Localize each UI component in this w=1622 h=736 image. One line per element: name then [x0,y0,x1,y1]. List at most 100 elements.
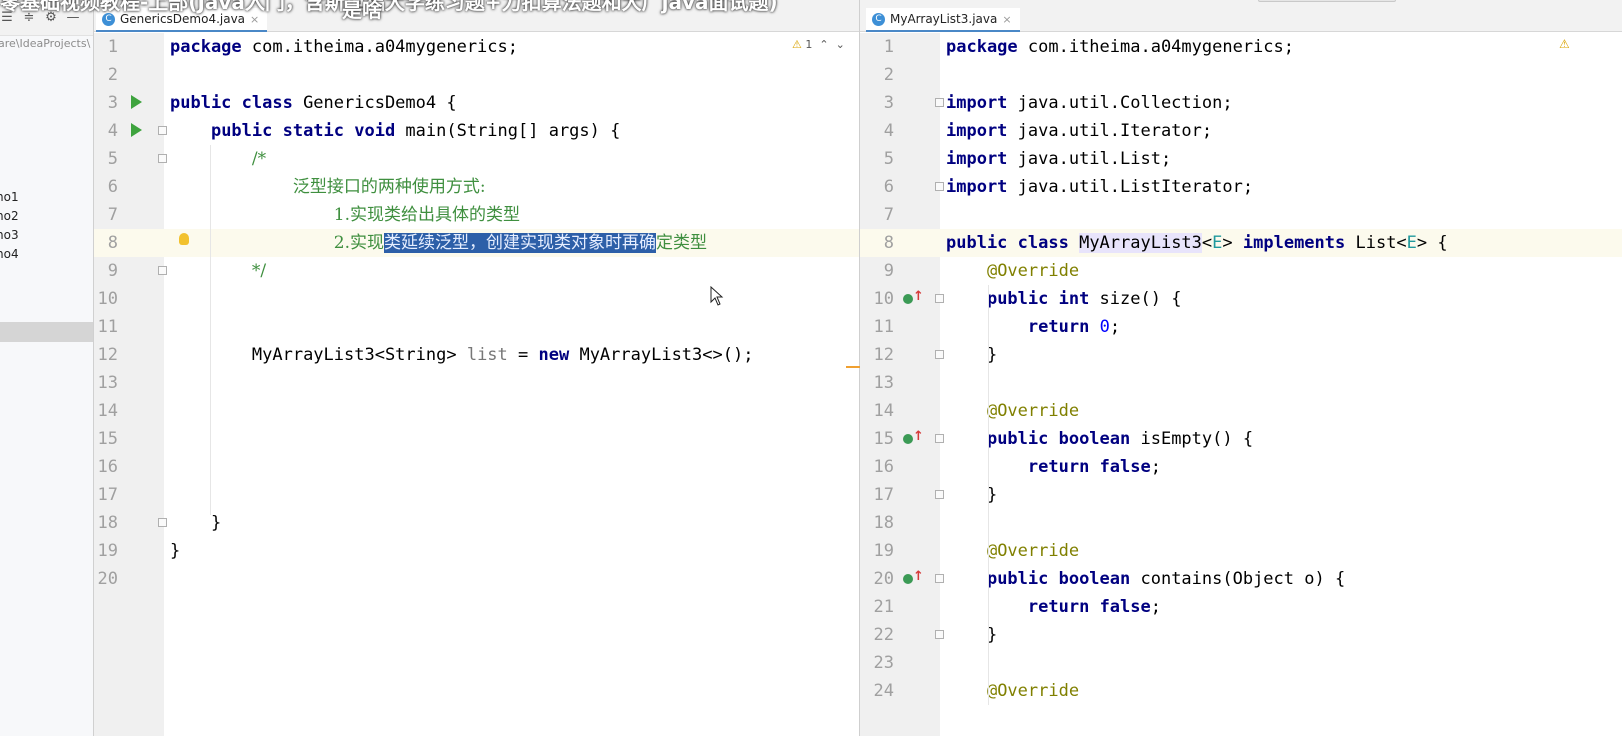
warning-icon[interactable]: ⚠ [1559,37,1570,51]
expand-icon[interactable]: ≑ [22,10,36,25]
indent-guide [988,285,989,705]
code-line: 13 [873,373,894,393]
class-icon: C [872,12,885,26]
code-line: 20 [97,569,118,589]
code-line: 14 @Override [873,401,1080,421]
code-line: 9 @Override [883,261,1080,281]
fold-icon[interactable] [935,630,944,639]
text-selection: 类延续泛型，创建实现类对象时再确 [384,233,656,253]
code-line: 18 } [97,513,222,533]
tab-myarraylist3[interactable]: C MyArrayList3.java × [866,8,1020,32]
code-line: 16 [97,457,118,477]
code-line: 15 [97,429,118,449]
error-stripe-mark[interactable] [846,366,860,368]
code-line: 12 MyArrayList3<String> list = new MyArr… [97,345,754,365]
code-line: 17 } [873,485,998,505]
code-line: 1 package com.itheima.a04mygenerics; [883,37,1294,57]
code-line: 23 [873,653,894,673]
fold-icon[interactable] [158,266,167,275]
tab-label: GenericsDemo4.java [120,12,246,26]
fold-icon[interactable] [158,518,167,527]
left-tab-bar: C GenericsDemo4.java × [94,0,859,32]
fold-icon[interactable] [935,350,944,359]
code-line: 6 泛型接口的两种使用方式: [107,177,486,197]
arrow-up-icon[interactable]: ↑ [913,569,924,584]
code-line: 14 [97,401,118,421]
project-path: are\IdeaProjects\ [0,37,91,50]
fold-icon[interactable] [158,154,167,163]
code-line-current: 8 public class MyArrayList3<E> implements… [860,229,1622,257]
code-line: 15 public boolean isEmpty() { [873,429,1254,449]
code-line: 6 import java.util.ListIterator; [883,177,1254,197]
selected-tree-row[interactable] [0,322,93,342]
warning-icon: ⚠ [792,38,802,51]
code-line: 24 @Override [873,681,1080,701]
fold-icon[interactable] [935,574,944,583]
minimize-icon[interactable]: — [66,10,80,25]
fold-icon[interactable] [935,182,944,191]
run-main-icon[interactable] [131,123,142,137]
code-line: 22 } [873,625,998,645]
right-editor-pane: C MyArrayList3.java × 1 package com.ithei… [860,0,1622,736]
chevron-up-icon[interactable]: ⌃ [819,38,828,51]
code-line: 5 import java.util.List; [883,149,1172,169]
code-line: 12 } [873,345,998,365]
tree-item[interactable]: no4 [0,247,19,261]
right-tab-bar: C MyArrayList3.java × [860,0,1622,32]
close-icon[interactable]: × [250,13,259,26]
implements-icon[interactable] [903,574,913,584]
gear-icon[interactable]: ⚙ [44,10,58,25]
code-line: 20 public boolean contains(Object o) { [873,569,1346,589]
fold-icon[interactable] [935,490,944,499]
left-code-area[interactable]: 1 package com.itheima.a04mygenerics; 2 3p… [94,33,859,593]
code-line: 5 /* [107,149,267,169]
close-icon[interactable]: × [1002,13,1011,26]
code-line: 19 @Override [873,541,1080,561]
right-code-area[interactable]: 1 package com.itheima.a04mygenerics; 2 3i… [860,33,1622,705]
code-line: 11 [97,317,118,337]
code-line: 16 return false; [873,457,1161,477]
tree-item[interactable]: no2 [0,209,19,223]
run-class-icon[interactable] [131,95,142,109]
tab-genericsdemo4[interactable]: C GenericsDemo4.java × [96,8,268,32]
indent-guide [210,145,211,515]
left-editor-pane: C GenericsDemo4.java × 1 package com.ithe… [94,0,860,736]
code-line: 17 [97,485,118,505]
fold-icon[interactable] [935,434,944,443]
sidebar-toolbar: ☰ ≑ ⚙ — [0,0,93,36]
code-line: 4 import java.util.Iterator; [883,121,1213,141]
fold-icon[interactable] [158,126,167,135]
collapse-icon[interactable]: ☰ [0,10,14,25]
tree-item[interactable]: no3 [0,228,19,242]
code-line: 21 return false; [873,597,1161,617]
lightbulb-icon[interactable] [179,233,189,245]
arrow-up-icon[interactable]: ↑ [913,429,924,444]
implements-icon[interactable] [903,294,913,304]
inspection-widget[interactable]: ⚠ 1 ⌃ ⌄ [792,38,845,51]
code-line: 2 [107,65,118,85]
class-name-highlight: MyArrayList3 [1079,233,1202,253]
code-line: 18 [873,513,894,533]
code-line: 3 import java.util.Collection; [883,93,1233,113]
code-line: 7 [883,205,894,225]
code-line: 9 */ [107,261,267,281]
code-line-current: 8 2.实现类延续泛型，创建实现类对象时再确定类型 [94,229,859,257]
arrow-up-icon[interactable]: ↑ [913,289,924,304]
class-icon: C [102,12,115,26]
code-line: 1 package com.itheima.a04mygenerics; [107,37,518,57]
mouse-cursor-icon [710,286,724,306]
warning-count: 1 [805,38,813,51]
code-line: 7 1.实现类给出具体的类型 [107,205,520,225]
fold-icon[interactable] [935,294,944,303]
tab-label: MyArrayList3.java [890,12,998,26]
code-line: 19} [97,541,181,561]
code-line: 2 [883,65,894,85]
code-line: 11 return 0; [873,317,1121,337]
code-line: 13 [97,373,118,393]
tree-item[interactable]: no1 [0,190,19,204]
chevron-down-icon[interactable]: ⌄ [836,38,845,51]
code-line: 3 public class GenericsDemo4 { [107,93,457,113]
implements-icon[interactable] [903,434,913,444]
code-line: 4 public static void main(String[] args)… [107,121,621,141]
fold-icon[interactable] [935,98,944,107]
